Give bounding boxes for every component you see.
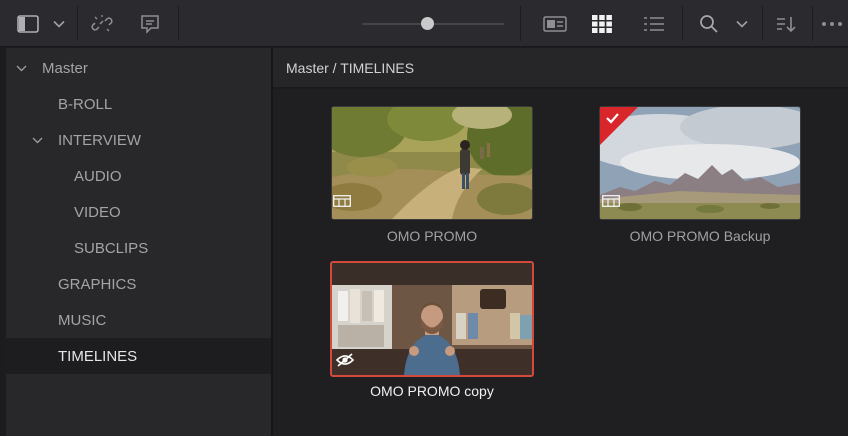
search-icon[interactable] xyxy=(693,0,725,47)
sidebar-item-interview[interactable]: INTERVIEW xyxy=(6,122,271,158)
clip-omo-promo-backup[interactable]: OMO PROMO Backup xyxy=(599,106,801,266)
sidebar-item-label: B-ROLL xyxy=(58,95,113,113)
clip-name: OMO PROMO Backup xyxy=(629,228,771,244)
sidebar-item-timelines[interactable]: TIMELINES xyxy=(6,338,271,374)
sort-icon[interactable] xyxy=(767,0,807,47)
sidebar-toggle-icon[interactable] xyxy=(10,0,46,47)
clip-name: OMO PROMO xyxy=(386,228,478,244)
zoom-slider-thumb[interactable] xyxy=(421,17,434,30)
more-icon[interactable] xyxy=(816,0,848,47)
chevron-down-icon[interactable] xyxy=(15,62,27,74)
list-view-icon[interactable] xyxy=(637,0,671,47)
bin-list-sidebar: Master B-ROLL INTERVIEW AUDIO VIDEO SUBC… xyxy=(6,48,271,436)
sidebar-item-audio[interactable]: AUDIO xyxy=(6,158,271,194)
chevron-down-icon[interactable] xyxy=(46,0,72,47)
clip-thumbnail[interactable] xyxy=(330,261,534,377)
media-pool-grid: OMO PROMO OMO PROMO Backup OMO PROMO cop… xyxy=(273,89,848,436)
sidebar-item-video[interactable]: VIDEO xyxy=(6,194,271,230)
search-chevron-down-icon[interactable] xyxy=(729,0,755,47)
timeline-icon xyxy=(602,194,620,212)
clip-thumbnail[interactable] xyxy=(331,106,533,220)
sidebar-item-label: MUSIC xyxy=(58,311,107,329)
metadata-view-icon[interactable] xyxy=(535,0,575,47)
sidebar-item-label: GRAPHICS xyxy=(58,275,137,293)
caption-icon[interactable] xyxy=(130,0,170,47)
breadcrumb-path: Master / TIMELINES xyxy=(286,59,415,76)
sidebar-item-b-roll[interactable]: B-ROLL xyxy=(6,86,271,122)
breadcrumb: Master / TIMELINES xyxy=(273,48,848,88)
sidebar-item-subclips[interactable]: SUBCLIPS xyxy=(6,230,271,266)
sidebar-item-label: Master xyxy=(42,59,88,77)
sidebar-item-label: SUBCLIPS xyxy=(74,239,149,257)
sidebar-item-label: TIMELINES xyxy=(58,347,138,365)
clip-omo-promo[interactable]: OMO PROMO xyxy=(331,106,533,266)
chevron-down-icon[interactable] xyxy=(31,134,43,146)
sidebar-item-label: INTERVIEW xyxy=(58,131,142,149)
hidden-eye-icon xyxy=(335,353,355,372)
sidebar-item-graphics[interactable]: GRAPHICS xyxy=(6,266,271,302)
toolbar xyxy=(0,0,848,47)
sidebar-item-label: VIDEO xyxy=(74,203,121,221)
unlink-icon[interactable] xyxy=(82,0,122,47)
thumbnail-grid-icon[interactable] xyxy=(585,0,619,47)
clip-omo-promo-copy[interactable]: OMO PROMO copy xyxy=(330,261,534,401)
clip-name: OMO PROMO copy xyxy=(370,383,494,399)
sidebar-item-label: AUDIO xyxy=(74,167,122,185)
timeline-icon xyxy=(333,194,351,212)
sidebar-item-master[interactable]: Master xyxy=(6,50,271,86)
flag-icon xyxy=(600,107,640,152)
sidebar-item-music[interactable]: MUSIC xyxy=(6,302,271,338)
